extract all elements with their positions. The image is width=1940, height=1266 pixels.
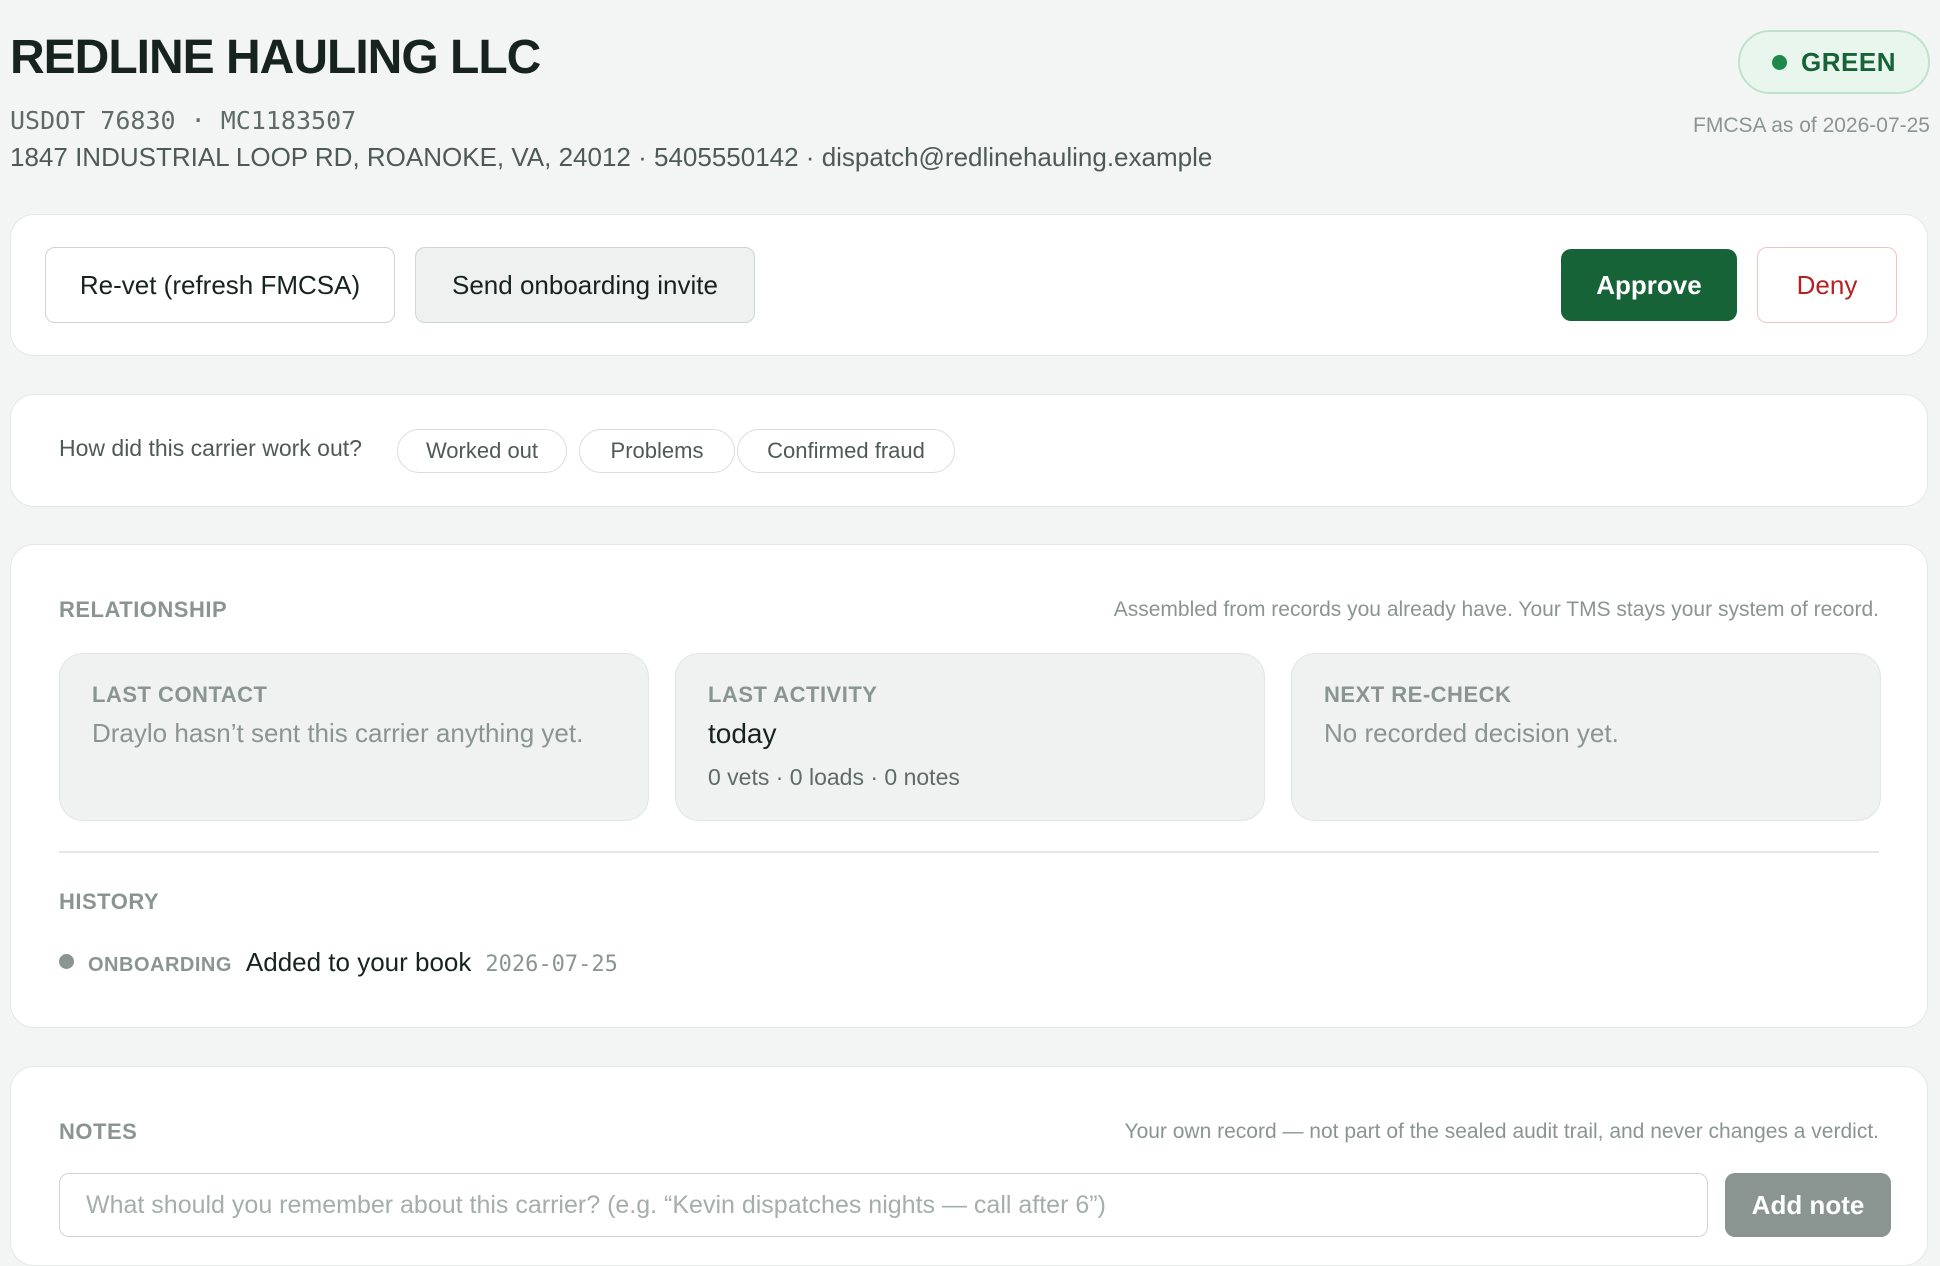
- tile-sub: 0 vets · 0 loads · 0 notes: [708, 764, 960, 790]
- tile-title: LAST ACTIVITY: [708, 682, 878, 707]
- last-contact-tile: LAST CONTACT Draylo hasn’t sent this car…: [59, 653, 649, 821]
- tile-title: NEXT RE-CHECK: [1324, 682, 1512, 707]
- status-badge: GREEN: [1738, 30, 1930, 94]
- feedback-confirmed-fraud-chip[interactable]: Confirmed fraud: [737, 429, 955, 473]
- carrier-ids: USDOT 76830 · MC1183507: [10, 106, 357, 135]
- carrier-header: REDLINE HAULING LLC USDOT 76830 · MC1183…: [10, 30, 1930, 180]
- carrier-name: REDLINE HAULING LLC: [10, 31, 541, 84]
- fmcsa-asof: FMCSA as of 2026-07-25: [1693, 114, 1930, 137]
- tile-title: LAST CONTACT: [92, 682, 268, 707]
- last-activity-tile: LAST ACTIVITY today 0 vets · 0 loads · 0…: [675, 653, 1265, 821]
- actions-card: Re-vet (refresh FMCSA) Send onboarding i…: [10, 214, 1928, 356]
- approve-button[interactable]: Approve: [1561, 249, 1737, 321]
- tile-text: Draylo hasn’t sent this carrier anything…: [92, 718, 584, 748]
- status-dot-icon: [1772, 54, 1788, 70]
- feedback-question: How did this carrier work out?: [59, 435, 362, 461]
- carrier-contact-line: 1847 INDUSTRIAL LOOP RD, ROANOKE, VA, 24…: [10, 142, 1213, 172]
- history-text: Added to your book: [245, 947, 472, 977]
- send-invite-button[interactable]: Send onboarding invite: [415, 247, 755, 323]
- add-note-button[interactable]: Add note: [1725, 1173, 1891, 1237]
- feedback-worked-out-chip[interactable]: Worked out: [397, 429, 567, 473]
- feedback-card: How did this carrier work out? Worked ou…: [10, 394, 1928, 507]
- history-dot-icon: [59, 954, 74, 969]
- deny-button[interactable]: Deny: [1757, 247, 1897, 323]
- notes-label: NOTES: [59, 1119, 138, 1144]
- divider: [59, 851, 1879, 853]
- revet-button[interactable]: Re-vet (refresh FMCSA): [45, 247, 395, 323]
- history-type: ONBOARDING: [88, 954, 232, 976]
- status-label: GREEN: [1801, 46, 1896, 77]
- feedback-problems-chip[interactable]: Problems: [579, 429, 735, 473]
- history-label: HISTORY: [59, 889, 160, 914]
- notes-card: NOTES Your own record — not part of the …: [10, 1066, 1928, 1266]
- relationship-note: Assembled from records you already have.…: [1113, 598, 1879, 621]
- relationship-card: RELATIONSHIP Assembled from records you …: [10, 544, 1928, 1028]
- tile-text: No recorded decision yet.: [1324, 718, 1619, 748]
- notes-note: Your own record — not part of the sealed…: [1124, 1120, 1879, 1143]
- history-date: 2026-07-25: [485, 952, 618, 977]
- next-recheck-tile: NEXT RE-CHECK No recorded decision yet.: [1291, 653, 1881, 821]
- notes-input[interactable]: [59, 1173, 1708, 1237]
- history-item: ONBOARDING Added to your book 2026-07-25: [59, 947, 618, 978]
- relationship-label: RELATIONSHIP: [59, 597, 228, 622]
- tile-value: today: [708, 718, 777, 749]
